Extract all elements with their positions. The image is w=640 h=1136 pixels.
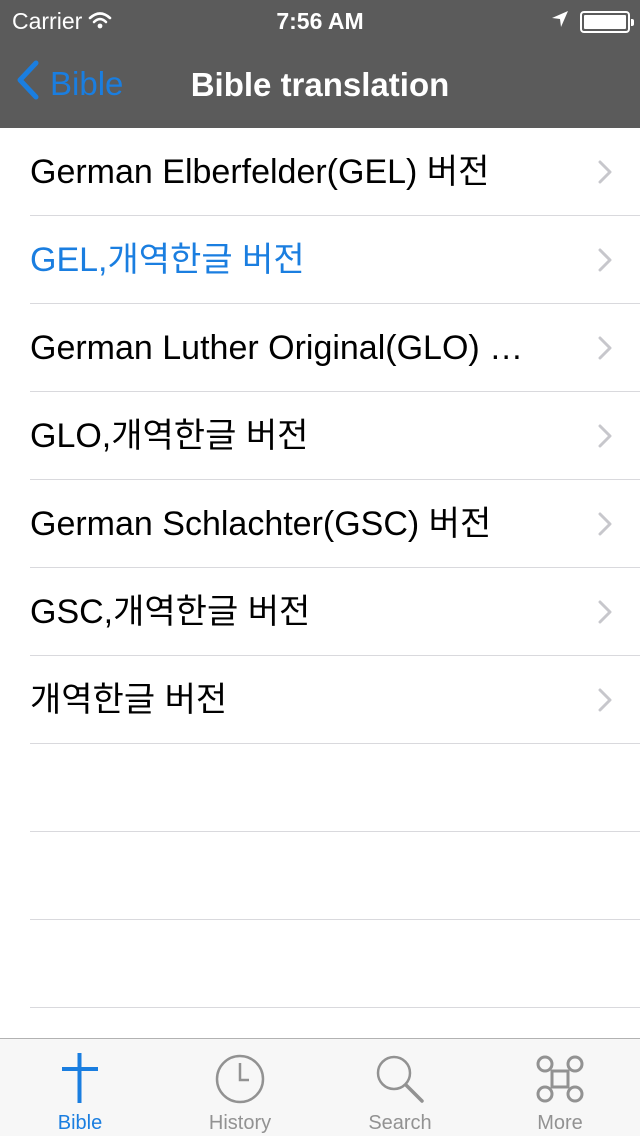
list-item[interactable]: GLO,개역한글 버전	[0, 392, 640, 480]
list-item-label: GLO,개역한글 버전	[30, 417, 309, 455]
translation-list: German Elberfelder(GEL) 버전 GEL,개역한글 버전 G…	[0, 128, 640, 1038]
tab-label: Bible	[57, 1112, 103, 1134]
tab-bar: Bible History Search More	[0, 1038, 640, 1136]
chevron-right-icon	[598, 688, 612, 717]
status-bar: Carrier 7:56 AM	[0, 0, 640, 40]
list-item-label: 개역한글 버전	[30, 681, 228, 719]
tab-label: History	[208, 1112, 272, 1134]
magnifier-icon	[374, 1053, 426, 1110]
chevron-right-icon	[598, 248, 612, 277]
empty-row	[0, 832, 640, 920]
tab-label: Search	[368, 1112, 432, 1134]
list-item-label: GEL,개역한글 버전	[30, 241, 305, 279]
chevron-right-icon	[598, 336, 612, 365]
navigation-bar: Bible Bible translation	[0, 40, 640, 128]
list-item[interactable]: GSC,개역한글 버전	[0, 568, 640, 656]
status-right	[550, 8, 634, 35]
top-bar: Carrier 7:56 AM Bible Bible translation	[0, 0, 640, 128]
chevron-right-icon	[598, 600, 612, 629]
status-time: 7:56 AM	[276, 8, 364, 34]
chevron-right-icon	[598, 512, 612, 541]
list-item[interactable]: 개역한글 버전	[0, 656, 640, 744]
list-item[interactable]: German Elberfelder(GEL) 버전	[0, 128, 640, 216]
list-item-label: German Luther Original(GLO) 버전	[30, 329, 540, 367]
list-item[interactable]: German Schlachter(GSC) 버전	[0, 480, 640, 568]
empty-row	[0, 920, 640, 1008]
tab-bible[interactable]: Bible	[0, 1039, 160, 1136]
clock-icon	[214, 1053, 266, 1110]
cross-icon	[60, 1053, 100, 1108]
tab-more[interactable]: More	[480, 1039, 640, 1136]
list-item-label: German Schlachter(GSC) 버전	[30, 505, 492, 543]
command-key-icon	[534, 1053, 586, 1110]
list-item[interactable]: German Luther Original(GLO) 버전	[0, 304, 640, 392]
list-item-label: German Elberfelder(GEL) 버전	[30, 153, 490, 191]
chevron-right-icon	[598, 424, 612, 453]
tab-history[interactable]: History	[160, 1039, 320, 1136]
page-title: Bible translation	[190, 66, 450, 103]
list-item[interactable]: GEL,개역한글 버전	[0, 216, 640, 304]
tab-search[interactable]: Search	[320, 1039, 480, 1136]
battery-icon	[580, 10, 634, 33]
empty-row	[0, 744, 640, 832]
list-item-label: GSC,개역한글 버전	[30, 593, 311, 631]
chevron-right-icon	[598, 160, 612, 189]
tab-label: More	[537, 1112, 583, 1134]
location-arrow-icon	[550, 8, 570, 35]
